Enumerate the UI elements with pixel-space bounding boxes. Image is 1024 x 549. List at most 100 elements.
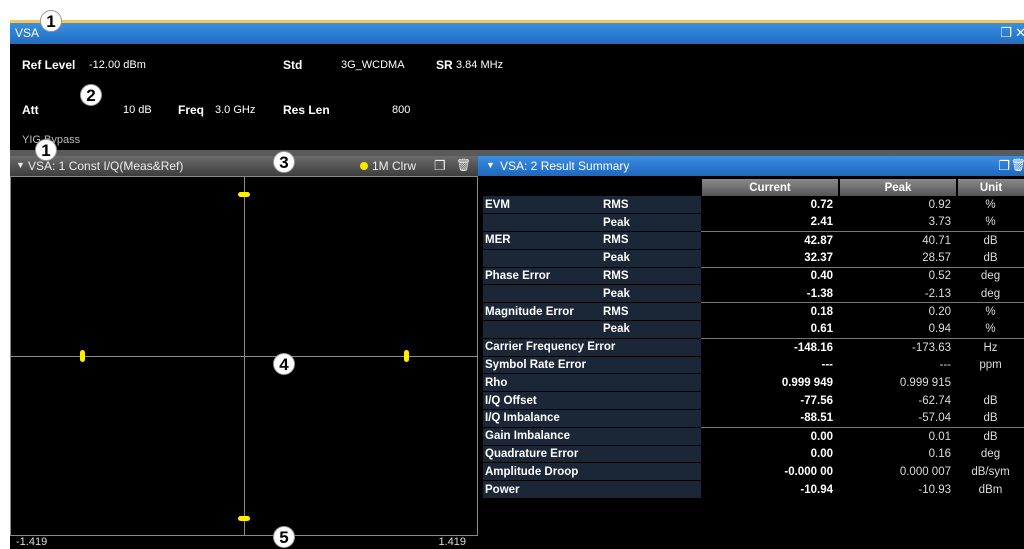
row-peak: 0.92 xyxy=(928,198,951,211)
table-row: Magnitude Error RMS 0.18 0.20% xyxy=(483,302,1024,322)
row-current: 2.41 xyxy=(810,216,833,229)
constellation-header: ▼ VSA: 1 Const I/Q(Meas&Ref) 1M Clrw ❐ 🗑 xyxy=(10,156,478,176)
ref-level-label: Ref Level xyxy=(22,58,76,72)
row-subtype: RMS xyxy=(601,231,701,250)
row-peak: 40.71 xyxy=(839,231,957,250)
table-row: Gain Imbalance 0.00 0.01 dB xyxy=(483,426,1024,446)
table-row: Power -10.94 -10.93 dBm xyxy=(483,480,1024,500)
x-axis-labels: -1.419 1.419 xyxy=(10,536,478,549)
constellation-point xyxy=(238,191,250,197)
row-unit: dB xyxy=(983,412,998,425)
row-unit: dB xyxy=(983,394,998,407)
table-row: Carrier Frequency Error -148.16 -173.63 Hz xyxy=(483,337,1024,357)
row-current: --- xyxy=(821,359,834,372)
row-name: Rho xyxy=(483,373,701,393)
row-name: MER xyxy=(483,231,601,250)
row-current: 42.87 xyxy=(701,231,839,250)
row-subtype: Peak xyxy=(601,249,701,268)
analyzer-screen: VSA ❐ ✕ Ref Level -12.00 dBm Std 3G_WCDM… xyxy=(0,0,1024,549)
row-peak: 0.999 915 xyxy=(899,376,951,389)
row-peak: 3.73 xyxy=(928,216,951,229)
trace-mode-label[interactable]: 1M Clrw xyxy=(372,159,416,173)
row-current: -148.16 xyxy=(701,337,839,357)
callout-2: 2 xyxy=(80,84,102,106)
row-current: -88.51 xyxy=(800,412,833,425)
constellation-panel: ▼ VSA: 1 Const I/Q(Meas&Ref) 1M Clrw ❐ 🗑… xyxy=(10,156,478,549)
collapse-arrow-icon[interactable]: ▼ xyxy=(486,160,495,170)
trash-icon[interactable]: 🗑 xyxy=(456,158,471,172)
row-subtype: RMS xyxy=(601,302,701,322)
row-name xyxy=(483,213,601,233)
row-name: EVM xyxy=(483,196,601,215)
row-unit: deg xyxy=(980,287,1001,300)
x-max-label: 1.419 xyxy=(438,536,466,548)
row-peak: -2.13 xyxy=(924,287,951,300)
row-subtype: Peak xyxy=(601,213,701,233)
row-current: 0.00 xyxy=(701,426,839,446)
row-subtype: RMS xyxy=(601,196,701,215)
close-icon[interactable]: ✕ xyxy=(1015,25,1024,41)
table-row: MER RMS 42.87 40.71 dB xyxy=(483,231,1024,250)
table-row: Peak -1.38 -2.13 deg xyxy=(483,284,1024,304)
constellation-point xyxy=(79,350,85,362)
callout-4: 4 xyxy=(273,353,295,375)
row-unit: dB/sym xyxy=(971,465,1010,478)
row-name: Quadrature Error xyxy=(483,445,701,464)
row-name: Power xyxy=(483,480,701,500)
row-subtype: Peak xyxy=(601,284,701,304)
table-row: Symbol Rate Error --- --- ppm xyxy=(483,356,1024,375)
std-label: Std xyxy=(283,58,303,72)
table-row: Phase Error RMS 0.40 0.52 deg xyxy=(483,266,1024,286)
table-header-row: Current Peak Unit xyxy=(483,179,1024,196)
callout-3: 3 xyxy=(273,151,295,173)
row-unit: % xyxy=(985,198,996,211)
att-value: 10 dB xyxy=(123,104,152,116)
restore-icon[interactable]: ❐ xyxy=(434,158,446,174)
res-len-value: 800 xyxy=(392,104,411,116)
row-peak: -10.93 xyxy=(918,483,951,496)
row-peak: --- xyxy=(939,359,952,372)
restore-icon[interactable]: ❐ xyxy=(1000,25,1012,41)
row-name: Symbol Rate Error xyxy=(483,356,701,375)
trash-icon[interactable]: 🗑 xyxy=(1011,158,1024,172)
row-name: Phase Error xyxy=(483,266,601,286)
att-label: Att xyxy=(22,103,39,117)
row-name: Amplitude Droop xyxy=(483,462,701,482)
window-titlebar: VSA ❐ ✕ xyxy=(10,23,1024,44)
row-peak: 0.01 xyxy=(839,426,957,446)
ref-level-value: -12.00 dBm xyxy=(89,59,146,71)
row-peak: 0.52 xyxy=(839,266,957,285)
row-current: 0.00 xyxy=(810,448,833,461)
row-current: -77.56 xyxy=(800,394,833,407)
row-peak: -57.04 xyxy=(918,412,951,425)
row-peak: 0.16 xyxy=(928,448,951,461)
row-name: I/Q Imbalance xyxy=(483,409,701,428)
row-name: Magnitude Error xyxy=(483,302,601,322)
table-row: I/Q Imbalance -88.51 -57.04 dB xyxy=(483,409,1024,428)
table-row: Peak 32.37 28.57 dB xyxy=(483,249,1024,268)
row-current: 0.18 xyxy=(701,302,839,321)
row-peak: -62.74 xyxy=(918,394,951,407)
window-title: VSA xyxy=(15,26,40,40)
row-name: I/Q Offset xyxy=(483,391,701,411)
row-current: 32.37 xyxy=(804,252,833,265)
row-unit: dB xyxy=(957,426,1024,446)
row-current: -0.000 00 xyxy=(784,465,833,478)
table-row: Peak 2.41 3.73% xyxy=(483,213,1024,233)
row-peak: 28.57 xyxy=(922,252,951,265)
column-unit: Unit xyxy=(956,179,1024,196)
trace-dot-icon xyxy=(360,162,368,170)
row-name: Carrier Frequency Error xyxy=(483,337,701,357)
res-len-label: Res Len xyxy=(283,103,330,117)
restore-icon[interactable]: ❐ xyxy=(998,158,1010,174)
row-name xyxy=(483,284,601,304)
row-subtype: Peak xyxy=(601,320,701,339)
row-current: 0.61 xyxy=(810,323,833,336)
sr-value: 3.84 MHz xyxy=(456,59,504,71)
row-unit xyxy=(957,374,1024,392)
std-value: 3G_WCDMA xyxy=(341,59,405,71)
row-name xyxy=(483,320,601,339)
row-peak: -173.63 xyxy=(839,337,957,357)
row-current: 0.999 949 xyxy=(781,376,833,389)
collapse-arrow-icon[interactable]: ▼ xyxy=(16,160,25,170)
